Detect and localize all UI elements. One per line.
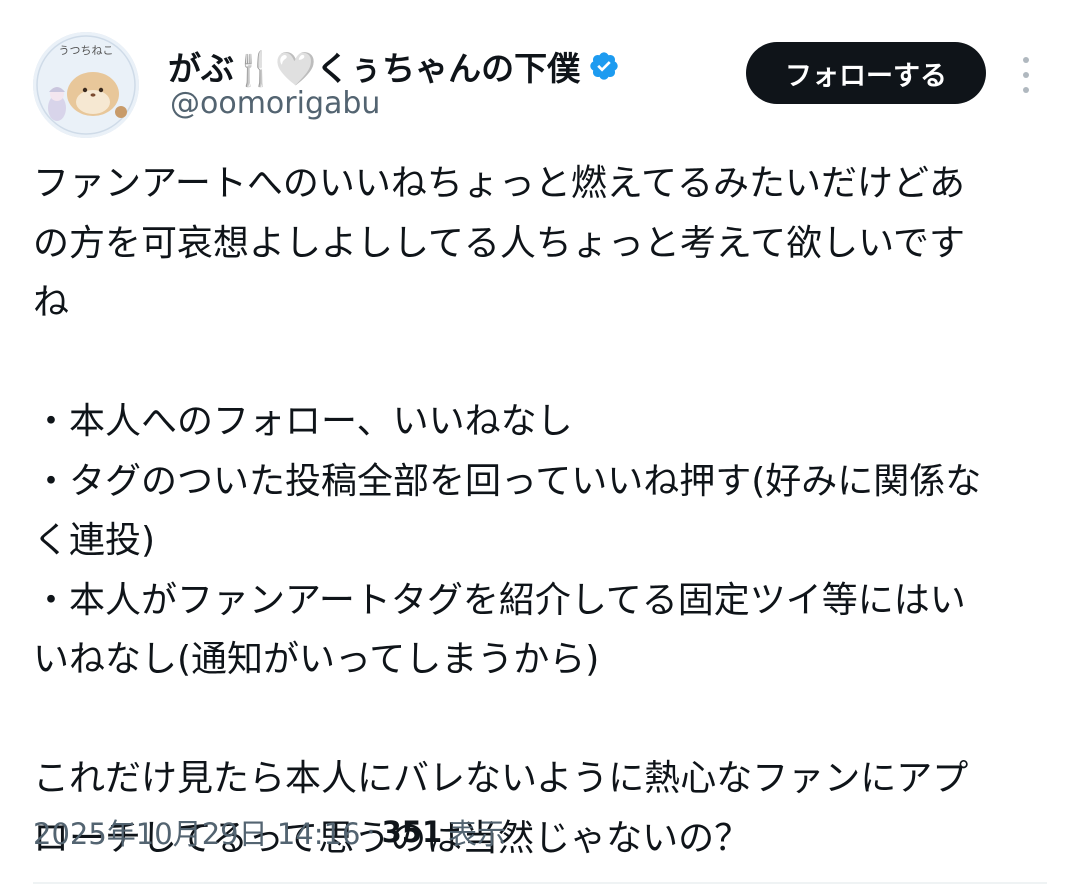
more-options-icon[interactable]: [1014, 55, 1038, 95]
avatar[interactable]: うつちねこ: [33, 32, 139, 138]
tweet-text-line: いねなし(通知がいってしまうから): [33, 639, 600, 680]
follow-button[interactable]: フォローする: [746, 42, 986, 104]
tweet-text-line: ・本人へのフォロー、いいねなし: [33, 401, 573, 442]
tweet-text: ファンアートへのいいねちょっと燃えてるみたいだけどあ の方を可哀想よしよししてる…: [33, 154, 1053, 868]
tweet: うつちねこ がぶ🍴🤍くぅちゃんの下僕 @oomorigabu フォローする ファ…: [0, 0, 1080, 885]
tweet-text-line: く連投): [33, 520, 156, 561]
verified-badge-icon[interactable]: [588, 50, 620, 82]
tweet-timestamp[interactable]: 2025年10月29日 14:16: [33, 811, 360, 853]
tweet-text-line: [33, 690, 1053, 750]
tweet-text-line: [33, 333, 1053, 393]
meta-separator: ·: [366, 815, 376, 849]
tweet-text-line: ファンアートへのいいねちょっと燃えてるみたいだけどあ: [33, 163, 966, 204]
avatar-text: うつちねこ: [59, 44, 114, 57]
tweet-meta: 2025年10月29日 14:16 · 351 表示: [33, 808, 506, 856]
tweet-text-line: ・本人がファンアートタグを紹介してる固定ツイ等にはい: [33, 579, 966, 621]
tweet-text-line: の方を可哀想よしよししてる人ちょっと考えて欲しいです: [33, 222, 966, 264]
tweet-text-line: ね: [33, 282, 70, 323]
views-count: 351: [381, 815, 443, 849]
author-name-row[interactable]: がぶ🍴🤍くぅちゃんの下僕: [168, 44, 620, 88]
author-handle[interactable]: @oomorigabu: [170, 86, 380, 121]
tweet-text-line: ・タグのついた投稿全部を回っていいね押す(好みに関係な: [33, 460, 982, 502]
divider: [33, 882, 1047, 884]
views-label: 表示: [448, 817, 507, 851]
author-display-name[interactable]: がぶ🍴🤍くぅちゃんの下僕: [168, 42, 580, 90]
tweet-text-line: これだけ見たら本人にバレないように熱心なファンにアプ: [33, 758, 969, 799]
avatar-image: うつちねこ: [33, 32, 139, 138]
